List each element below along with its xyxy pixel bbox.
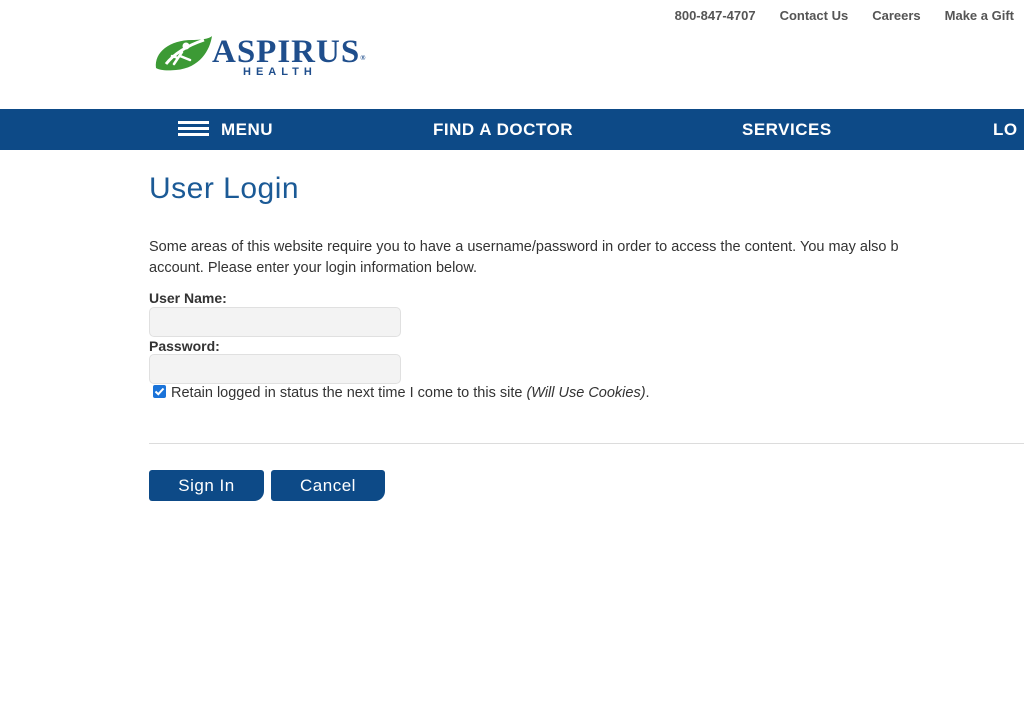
intro-line-2: account. Please enter your login informa… xyxy=(149,260,478,276)
careers-link[interactable]: Careers xyxy=(872,8,920,23)
hamburger-icon xyxy=(178,121,209,137)
logo-subtitle: HEALTH xyxy=(243,66,317,78)
intro-line-1: Some areas of this website require you t… xyxy=(149,239,899,255)
make-a-gift-link[interactable]: Make a Gift xyxy=(945,8,1014,23)
nav-services[interactable]: SERVICES xyxy=(742,109,832,150)
utility-nav: 800-847-4707 Contact Us Careers Make a G… xyxy=(675,8,1014,23)
username-label: User Name: xyxy=(149,290,227,306)
retain-login-checkbox[interactable] xyxy=(153,384,166,398)
contact-us-link[interactable]: Contact Us xyxy=(780,8,849,23)
nav-find-a-doctor[interactable]: FIND A DOCTOR xyxy=(433,109,573,150)
aspirus-logo[interactable]: ASPIRUS® HEALTH xyxy=(152,34,382,80)
checkmark-icon xyxy=(154,387,165,396)
page-title: User Login xyxy=(149,172,300,205)
intro-text: Some areas of this website require you t… xyxy=(149,237,1024,279)
logo-wordmark: ASPIRUS® xyxy=(212,34,367,70)
password-label: Password: xyxy=(149,338,220,354)
cancel-button[interactable]: Cancel xyxy=(271,470,385,501)
retain-login-note: (Will Use Cookies) xyxy=(526,385,646,401)
nav-locations[interactable]: LO xyxy=(993,109,1018,150)
form-divider xyxy=(149,443,1024,444)
phone-link[interactable]: 800-847-4707 xyxy=(675,8,756,23)
aspirus-leaf-icon xyxy=(155,36,212,71)
retain-login-period: . xyxy=(645,385,650,401)
retain-login-label: Retain logged in status the next time I … xyxy=(171,385,523,401)
username-input[interactable] xyxy=(149,307,401,337)
sign-in-button[interactable]: Sign In xyxy=(149,470,264,501)
nav-menu-label: MENU xyxy=(221,120,274,139)
retain-login-row: Retain logged in status the next time I … xyxy=(153,384,650,401)
password-input[interactable] xyxy=(149,354,401,384)
main-nav: MENU FIND A DOCTOR SERVICES LO xyxy=(0,109,1024,150)
nav-menu-button[interactable]: MENU xyxy=(178,109,273,150)
